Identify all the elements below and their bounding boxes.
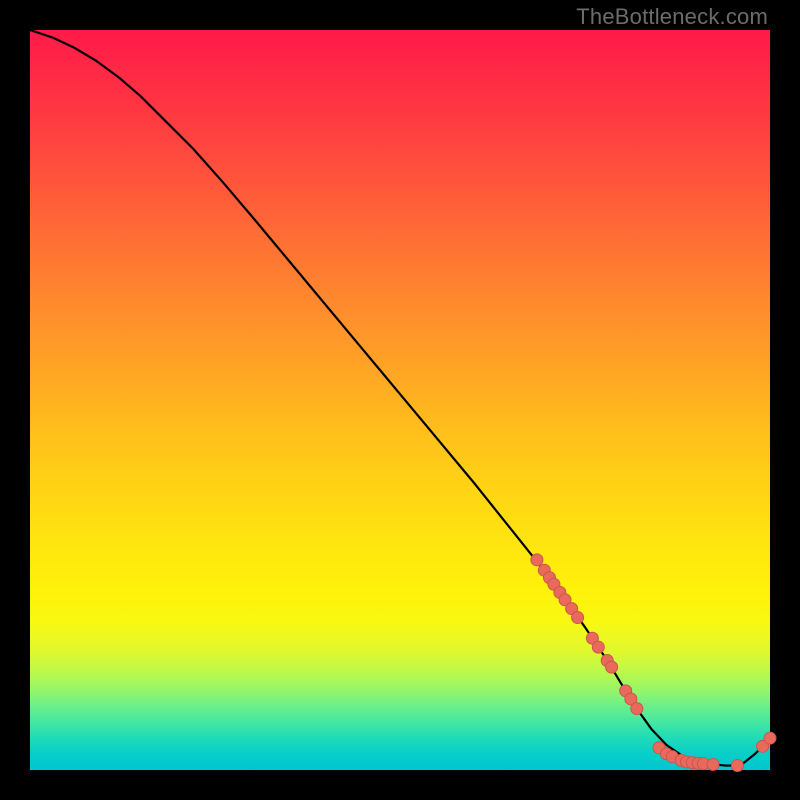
chart-markers (531, 554, 776, 772)
data-point (592, 641, 604, 653)
chart-frame: TheBottleneck.com (0, 0, 800, 800)
chart-svg (30, 30, 770, 770)
data-point (606, 661, 618, 673)
data-point (764, 732, 776, 744)
data-point (731, 760, 743, 772)
bottleneck-curve (30, 30, 770, 766)
chart-plot-area (30, 30, 770, 770)
data-point (572, 612, 584, 624)
watermark-text: TheBottleneck.com (576, 4, 768, 30)
data-point (707, 758, 719, 770)
data-point (631, 703, 643, 715)
data-point (531, 554, 543, 566)
